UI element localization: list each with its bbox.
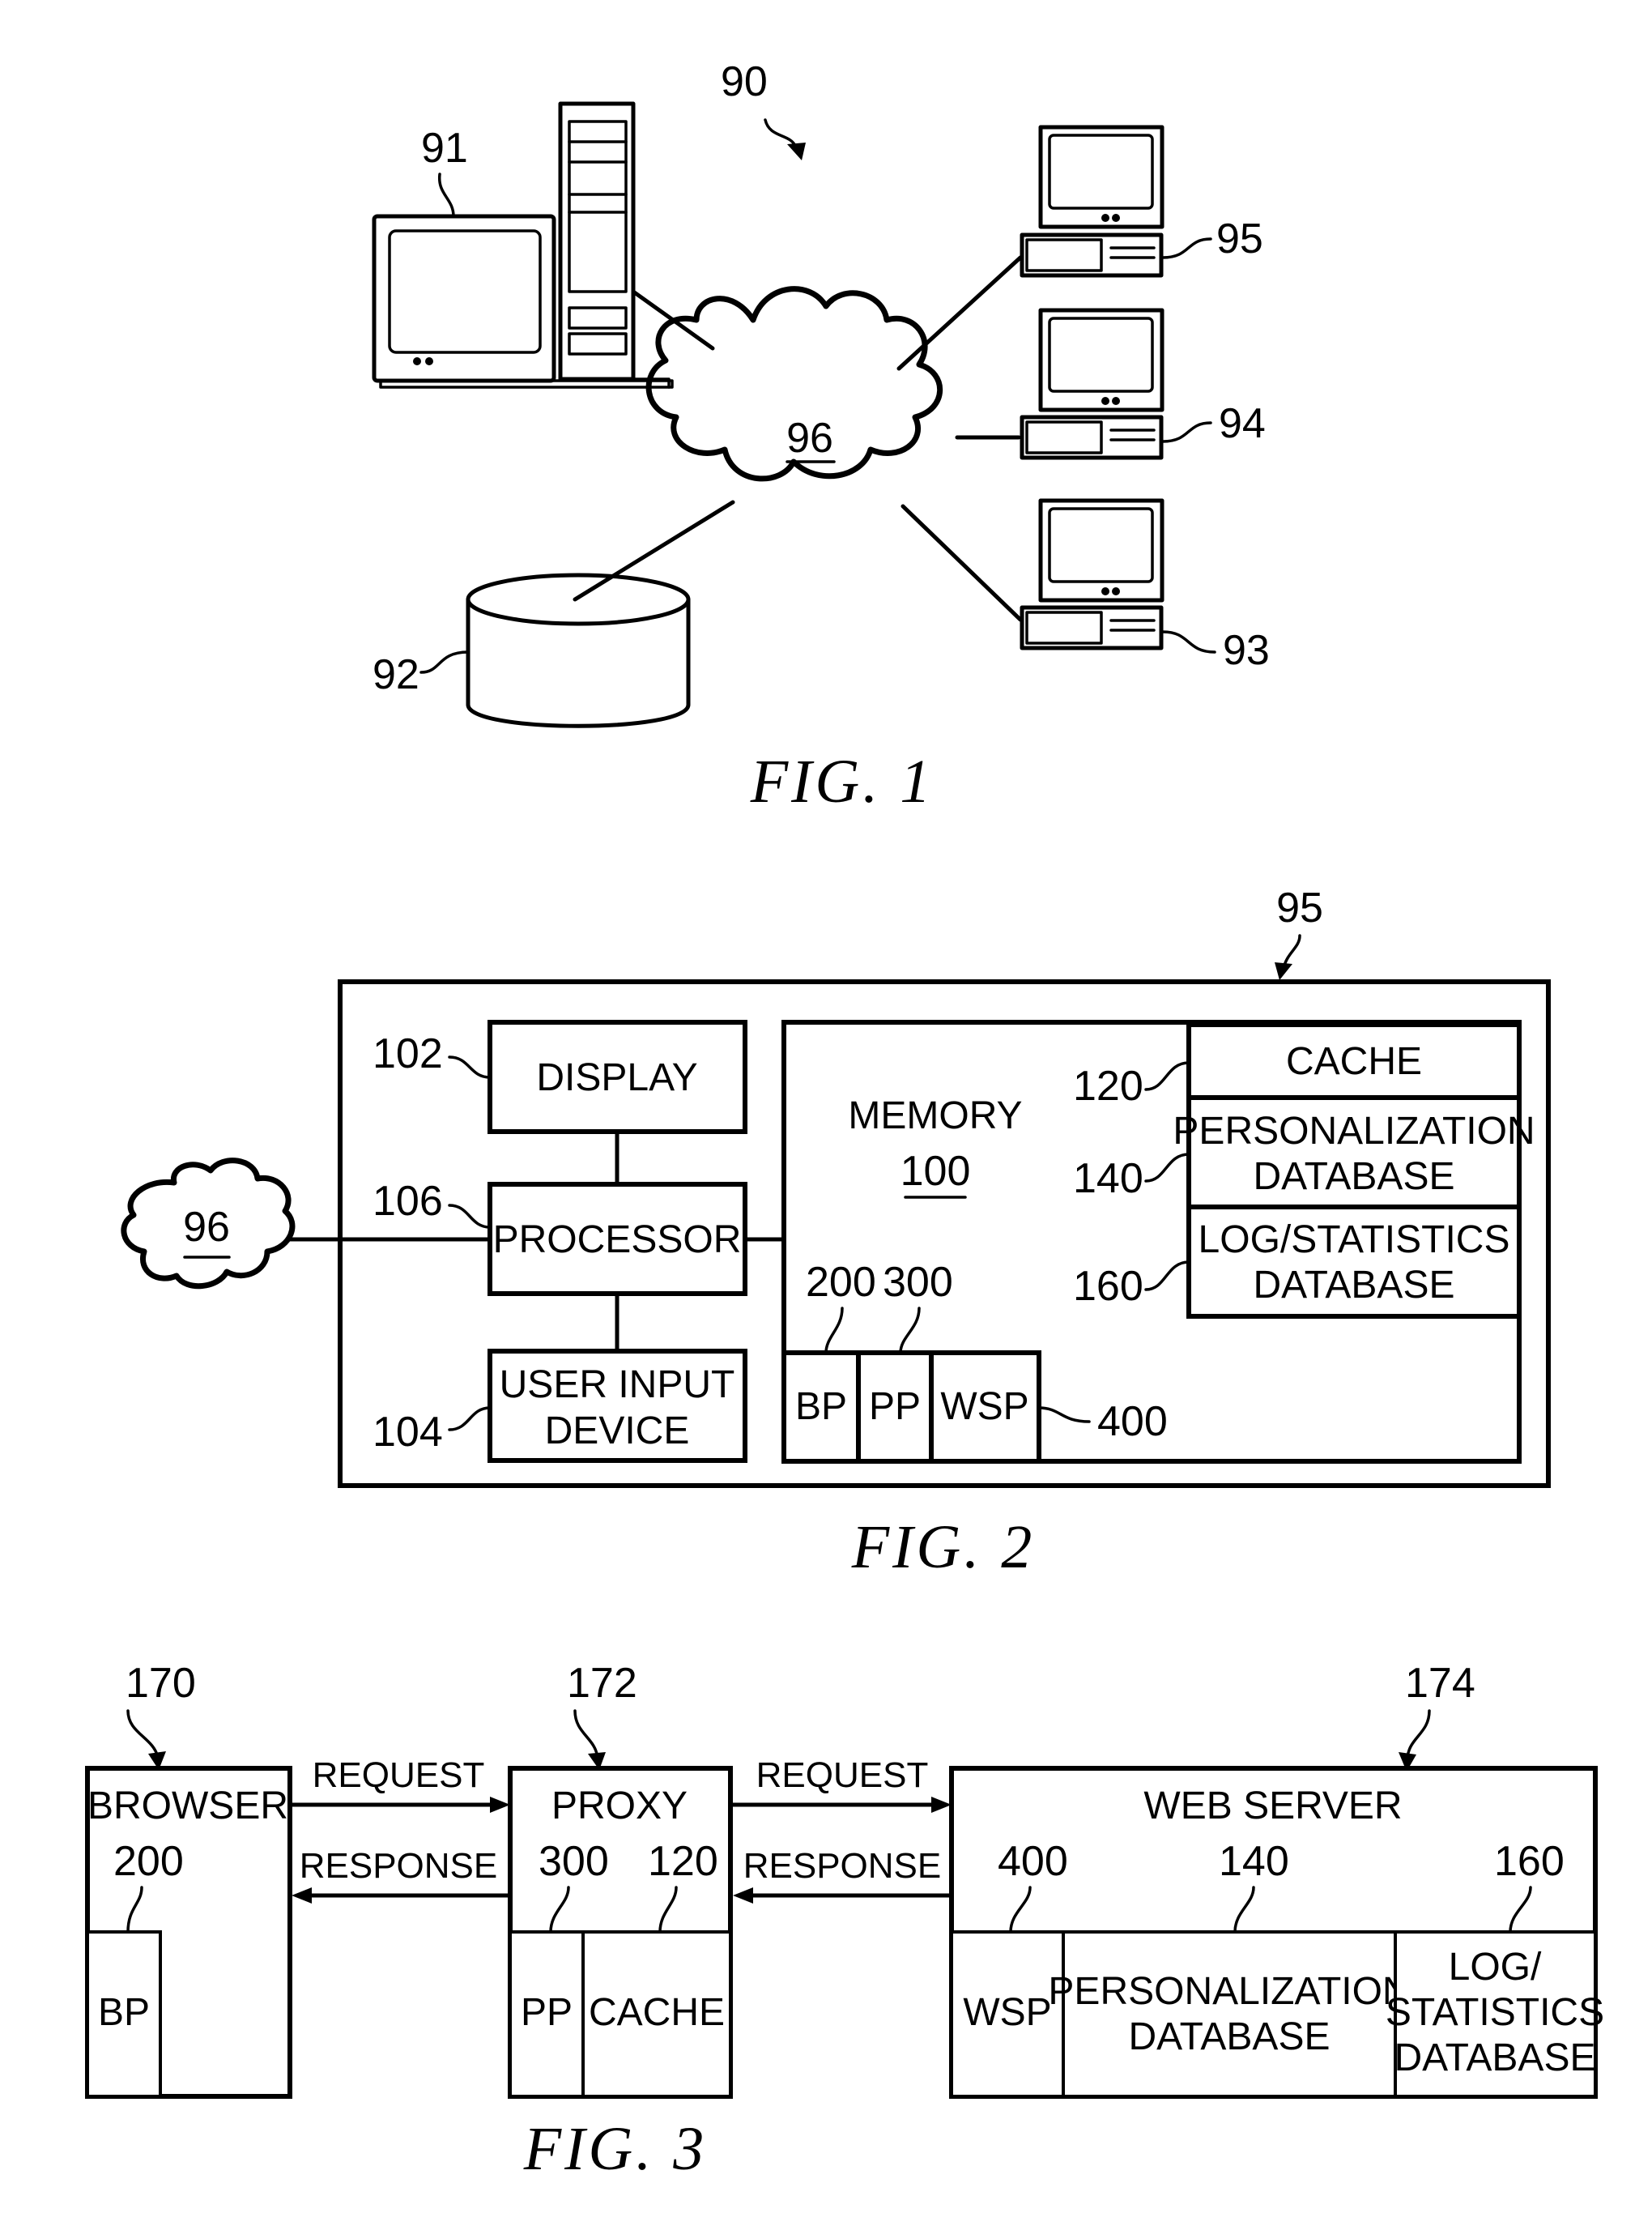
client-ref-label: 93 xyxy=(1223,627,1270,674)
client-ref-label: 95 xyxy=(1216,215,1263,262)
request-arrowhead-1 xyxy=(490,1797,510,1813)
proxy-plugin-ref-label: 300 xyxy=(883,1259,953,1306)
web-server-ref-leader xyxy=(1406,1709,1431,1759)
log-statistics-label-line1: LOG/STATISTICS xyxy=(1199,1218,1510,1261)
server-ref-label: 91 xyxy=(421,125,468,172)
request-label-1: REQUEST xyxy=(313,1755,485,1795)
user-input-label-line2: DEVICE xyxy=(545,1409,690,1452)
browser-ref-leader xyxy=(126,1709,160,1759)
web-server-personalization-line1: PERSONALIZATION xyxy=(1048,1970,1410,2013)
response-label-1: RESPONSE xyxy=(300,1846,498,1886)
fig3: 170 BROWSER 200 BP REQUEST RESPONSE 172 … xyxy=(85,1660,1604,2183)
desktop-computer-icon xyxy=(1020,125,1164,278)
link-server-network xyxy=(631,289,715,351)
device-ref-leader xyxy=(1282,934,1301,970)
client-computer-93: 93 xyxy=(1020,498,1270,674)
processor-label: PROCESSOR xyxy=(493,1218,742,1261)
display-label: DISPLAY xyxy=(536,1056,697,1099)
response-arrowhead-1 xyxy=(292,1887,312,1904)
link-client95-network xyxy=(896,255,1023,371)
server-ref-leader xyxy=(438,173,455,218)
request-arrowhead-2 xyxy=(931,1797,952,1813)
device-ref-arrowhead xyxy=(1275,962,1292,980)
web-server-plugin-label: WSP xyxy=(940,1385,1028,1428)
response-label-2: RESPONSE xyxy=(743,1846,942,1886)
client-ref-leader xyxy=(1161,630,1216,654)
proxy-label: PROXY xyxy=(551,1784,688,1827)
log-statistics-label-line2: DATABASE xyxy=(1254,1264,1455,1307)
database-ref-leader xyxy=(419,650,470,674)
client-ref-leader xyxy=(1161,421,1212,443)
browser-plugin-label: BP xyxy=(98,1991,150,2034)
web-server-plugin-label: WSP xyxy=(963,1991,1051,2034)
memory-ref-label: 100 xyxy=(901,1148,971,1195)
memory-label: MEMORY xyxy=(848,1094,1022,1137)
cache-ref-label: 120 xyxy=(1073,1063,1143,1110)
browser-ref-label: 170 xyxy=(126,1660,196,1707)
link-client93-network xyxy=(901,504,1023,622)
web-server-log-line3: DATABASE xyxy=(1394,2036,1596,2079)
proxy-cache-label: CACHE xyxy=(589,1991,725,2034)
web-server-log-line1: LOG/ xyxy=(1449,1946,1542,1989)
database-ref-label: 92 xyxy=(373,651,419,698)
patent-drawing-sheet: 90 91 96 92 95 94 93 FIG. 1 95 96 DISPLA… xyxy=(85,58,1604,2183)
personalization-label-line2: DATABASE xyxy=(1254,1155,1455,1198)
proxy-ref-leader xyxy=(573,1709,599,1759)
web-server-ref-label: 174 xyxy=(1405,1660,1475,1707)
user-input-ref-label: 104 xyxy=(373,1409,443,1456)
client-computer-94: 94 xyxy=(1020,308,1266,460)
proxy-plugin-label: PP xyxy=(521,1991,573,2034)
desktop-computer-icon xyxy=(1020,498,1164,650)
system-ref-arrowhead xyxy=(787,143,806,160)
web-server-log-ref-label: 160 xyxy=(1494,1838,1565,1885)
web-server-log-line2: STATISTICS xyxy=(1386,1991,1604,2034)
fig2-caption: FIG. 2 xyxy=(851,1513,1036,1581)
web-server-personalization-block xyxy=(1062,1930,1397,2098)
web-server-personalization-ref-label: 140 xyxy=(1219,1838,1289,1885)
server-workstation-icon xyxy=(372,101,674,389)
proxy-plugin-ref-label: 300 xyxy=(539,1838,609,1885)
browser-label: BROWSER xyxy=(87,1784,288,1827)
response-arrowhead-2 xyxy=(733,1887,753,1904)
network-ref-label: 96 xyxy=(786,415,833,462)
display-ref-label: 102 xyxy=(373,1030,443,1077)
proxy-plugin-label: PP xyxy=(869,1385,921,1428)
web-server-plugin-ref-label: 400 xyxy=(998,1838,1068,1885)
web-server-label: WEB SERVER xyxy=(1143,1784,1402,1827)
client-computer-95: 95 xyxy=(1020,125,1263,278)
client-ref-leader xyxy=(1161,237,1212,259)
cache-label: CACHE xyxy=(1286,1040,1422,1083)
system-ref-leader xyxy=(764,118,797,147)
log-statistics-ref-label: 160 xyxy=(1073,1263,1143,1310)
link-database-network xyxy=(573,500,735,602)
request-label-2: REQUEST xyxy=(756,1755,929,1795)
browser-plugin-ref-label: 200 xyxy=(113,1838,184,1885)
desktop-computer-icon xyxy=(1020,308,1164,460)
browser-plugin-ref-label: 200 xyxy=(806,1259,876,1306)
browser-plugin-label: BP xyxy=(795,1385,847,1428)
web-server-personalization-line2: DATABASE xyxy=(1129,2015,1331,2058)
network-ref-label: 96 xyxy=(183,1204,230,1251)
client-ref-label: 94 xyxy=(1219,400,1266,447)
processor-ref-label: 106 xyxy=(373,1178,443,1225)
user-input-label-line1: USER INPUT xyxy=(500,1363,735,1406)
fig1: 90 91 96 92 95 94 93 FIG. 1 xyxy=(372,58,1270,816)
proxy-ref-label: 172 xyxy=(567,1660,637,1707)
fig2: 95 96 DISPLAY 102 PROCESSOR 106 USER INP… xyxy=(121,885,1551,1581)
fig1-caption: FIG. 1 xyxy=(750,748,935,816)
device-ref-label: 95 xyxy=(1276,885,1323,932)
web-server-plugin-ref-label: 400 xyxy=(1097,1398,1168,1445)
system-ref-label: 90 xyxy=(721,58,768,105)
proxy-cache-ref-label: 120 xyxy=(648,1838,718,1885)
fig3-caption: FIG. 3 xyxy=(523,2115,708,2183)
personalization-label-line1: PERSONALIZATION xyxy=(1173,1110,1535,1153)
personalization-ref-label: 140 xyxy=(1073,1155,1143,1202)
